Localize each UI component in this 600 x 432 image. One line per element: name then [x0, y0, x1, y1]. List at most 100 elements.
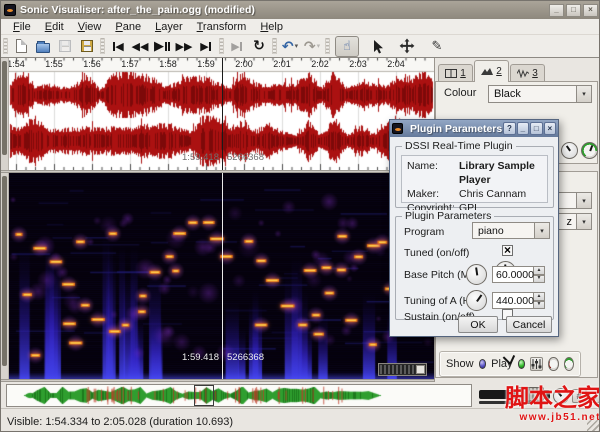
- spin-up-icon[interactable]: ▲: [534, 266, 545, 275]
- program-select[interactable]: piano ▾: [472, 222, 550, 239]
- grid-button[interactable]: #: [572, 389, 586, 403]
- playback-cursor-line: [222, 58, 223, 170]
- play-selection-button[interactable]: ▶: [227, 36, 247, 56]
- pane1-scroll-handle[interactable]: [2, 61, 7, 155]
- dialog-help-button[interactable]: ?: [503, 122, 515, 135]
- plugin-maker-row: Maker:Chris Cannam: [407, 187, 542, 201]
- spectrogram-h-scrollbar[interactable]: [378, 363, 427, 376]
- redo-button[interactable]: ↷▾: [302, 36, 322, 56]
- timeline-tick-label: 2:03: [345, 59, 371, 69]
- save-session-button[interactable]: [55, 36, 75, 56]
- dial-button[interactable]: [586, 389, 600, 403]
- redo-icon: ↷: [304, 38, 316, 55]
- timeline-tick-label: 2:02: [307, 59, 333, 69]
- play-pause-button[interactable]: ▶: [152, 36, 172, 56]
- toolbar-separator: [325, 38, 330, 54]
- window-titlebar[interactable]: Sonic Visualiser: after_the_pain.ogg (mo…: [1, 1, 600, 19]
- timeline-tick-label: 2:04: [383, 59, 409, 69]
- playback-speed-dial[interactable]: [553, 388, 569, 404]
- tuning-dial[interactable]: [466, 290, 487, 311]
- tab-pane-2[interactable]: 2: [474, 60, 509, 82]
- tuning-spinbox[interactable]: 440.0000 ▲▼: [492, 292, 545, 309]
- base-pitch-dial[interactable]: [466, 264, 487, 285]
- new-session-button[interactable]: [11, 36, 31, 56]
- toolbar-separator: [219, 38, 224, 54]
- base-pitch-value[interactable]: 60.0000: [492, 266, 534, 283]
- dial-needle: [565, 145, 570, 151]
- navigate-tool-button[interactable]: ☝: [335, 36, 359, 57]
- overview-visible-region[interactable]: [194, 385, 214, 406]
- pane2-scroll-handle[interactable]: [2, 176, 7, 366]
- pane1-scroll-strip[interactable]: [1, 58, 9, 170]
- menu-view[interactable]: View: [71, 20, 109, 34]
- playback-gain-dial[interactable]: [564, 357, 574, 371]
- menu-pane[interactable]: Pane: [108, 20, 148, 34]
- spin-down-icon[interactable]: ▼: [534, 275, 545, 284]
- menu-edit[interactable]: Edit: [38, 20, 71, 34]
- rewind-to-start-button[interactable]: ◀: [108, 36, 128, 56]
- dialog-close-button[interactable]: ×: [544, 122, 556, 135]
- tab-pane-1[interactable]: 1: [438, 64, 473, 81]
- timeline-tick-label: 1:55: [41, 59, 67, 69]
- slider-handle[interactable]: [517, 387, 544, 401]
- spin-down-icon[interactable]: ▼: [534, 301, 545, 310]
- fader-button[interactable]: [530, 357, 543, 371]
- chevron-down-icon[interactable]: ▾: [534, 223, 549, 238]
- chevron-down-icon[interactable]: ▾: [295, 42, 299, 50]
- show-led-button[interactable]: [479, 359, 487, 369]
- timeline-tick-label: 1:57: [117, 59, 143, 69]
- menu-bar: File Edit View Pane Layer Transform Help: [1, 19, 600, 35]
- gain-dial[interactable]: [581, 142, 598, 159]
- draw-tool-button[interactable]: ✎: [425, 36, 449, 57]
- dialog-maximize-button[interactable]: □: [530, 122, 542, 135]
- maximize-button[interactable]: □: [566, 4, 581, 17]
- pane2-tab-icon: [481, 67, 493, 76]
- pane-splitter[interactable]: [1, 379, 434, 382]
- tuned-checkbox[interactable]: ×: [502, 245, 513, 256]
- cancel-button[interactable]: Cancel: [506, 316, 552, 333]
- minimize-button[interactable]: _: [549, 4, 564, 17]
- menu-transform[interactable]: Transform: [190, 20, 254, 34]
- menu-layer[interactable]: Layer: [148, 20, 190, 34]
- rewind-button[interactable]: ◀◀: [130, 36, 150, 56]
- dialog-minimize-button[interactable]: _: [517, 122, 529, 135]
- chevron-down-icon[interactable]: ▾: [576, 193, 591, 208]
- scrollbar-handle[interactable]: [416, 365, 425, 374]
- chevron-down-icon[interactable]: ▾: [576, 86, 591, 102]
- timeline-tick-label: 1:59: [193, 59, 219, 69]
- close-button[interactable]: ×: [583, 4, 598, 17]
- menu-help[interactable]: Help: [253, 20, 290, 34]
- import-audio-button[interactable]: [77, 36, 97, 56]
- undo-button[interactable]: ↶▾: [280, 36, 300, 56]
- base-pitch-spinbox[interactable]: 60.0000 ▲▼: [492, 266, 545, 283]
- select-tool-button[interactable]: [365, 36, 389, 57]
- loop-icon: ↻: [253, 39, 265, 53]
- tuning-value[interactable]: 440.0000: [492, 292, 534, 309]
- spin-up-icon[interactable]: ▲: [534, 292, 545, 301]
- tab-pane-3[interactable]: 3: [510, 64, 545, 81]
- status-text: Visible: 1:54.334 to 2:05.028 (duration …: [7, 416, 233, 428]
- fast-forward-button[interactable]: ▶▶: [174, 36, 194, 56]
- toolbar-grip[interactable]: [3, 38, 8, 54]
- app-window: Sonic Visualiser: after_the_pain.ogg (mo…: [0, 0, 600, 432]
- dialog-titlebar[interactable]: Plugin Parameters ? _ □ ×: [390, 120, 558, 137]
- dialog-title: Plugin Parameters: [410, 123, 502, 135]
- colour-select[interactable]: Black ▾: [488, 85, 592, 103]
- resize-grip[interactable]: [587, 419, 600, 432]
- fast-forward-to-end-button[interactable]: ▶: [196, 36, 216, 56]
- overview-canvas[interactable]: [8, 386, 470, 405]
- cursor-time-label: 1:59.418: [159, 152, 219, 163]
- pause-icon: [165, 42, 167, 51]
- play-loop-button[interactable]: ↻: [249, 36, 269, 56]
- chevron-down-icon[interactable]: ▾: [576, 214, 591, 229]
- colour-value: Black: [489, 88, 576, 100]
- pan-dial[interactable]: [548, 357, 558, 371]
- menu-file[interactable]: File: [6, 20, 38, 34]
- pane2-scroll-strip[interactable]: [1, 173, 9, 379]
- edit-tool-button[interactable]: [395, 36, 419, 57]
- vertical-zoom-dial[interactable]: [561, 142, 578, 159]
- ok-button[interactable]: OK: [458, 316, 498, 333]
- save-disk-icon: [59, 40, 71, 52]
- open-session-button[interactable]: [33, 36, 53, 56]
- play-led-button[interactable]: [518, 359, 526, 369]
